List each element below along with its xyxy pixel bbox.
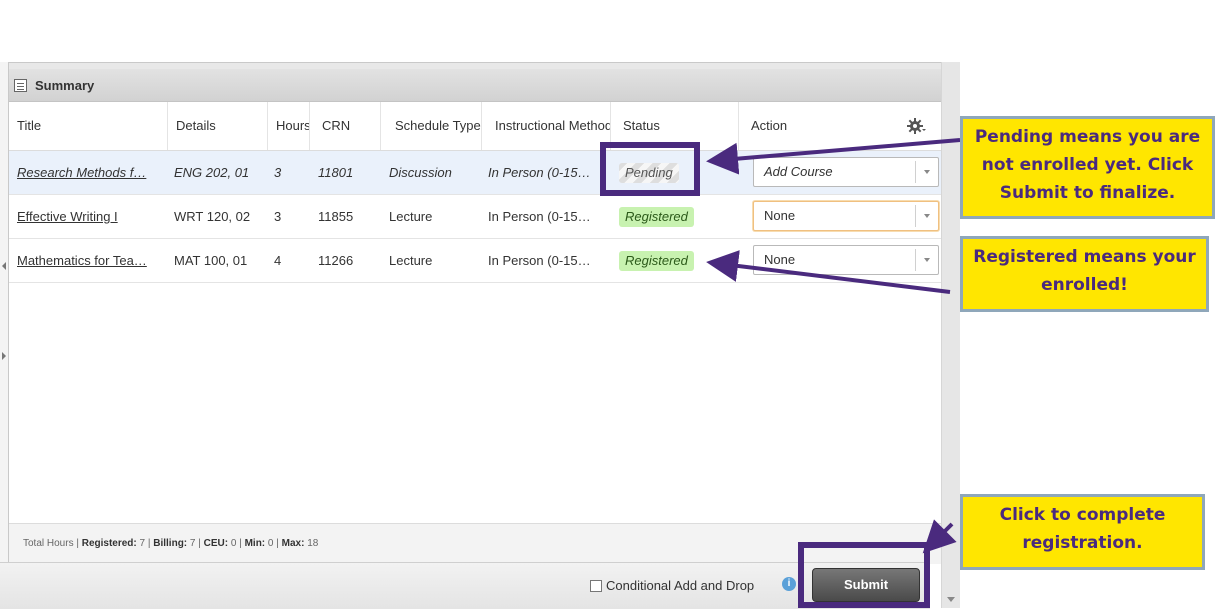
callout-pending: Pending means you are not enrolled yet. … [960,116,1215,219]
callout-pending-line: Submit to finalize. [999,183,1176,203]
callout-submit-line: Click to complete [999,505,1166,525]
callout-submit: Click to complete registration. [960,494,1205,570]
callout-registered-line: enrolled! [1041,275,1128,295]
registered-arrow [706,250,951,294]
callout-registered: Registered means your enrolled! [960,236,1209,312]
pending-arrow [706,138,961,175]
callout-submit-line: registration. [1022,533,1143,553]
callout-pending-line: Pending means you are [974,127,1201,147]
callout-pending-line: not enrolled yet. Click [981,155,1194,175]
submit-arrow [922,519,957,554]
callout-registered-line: Registered means your [973,247,1196,267]
